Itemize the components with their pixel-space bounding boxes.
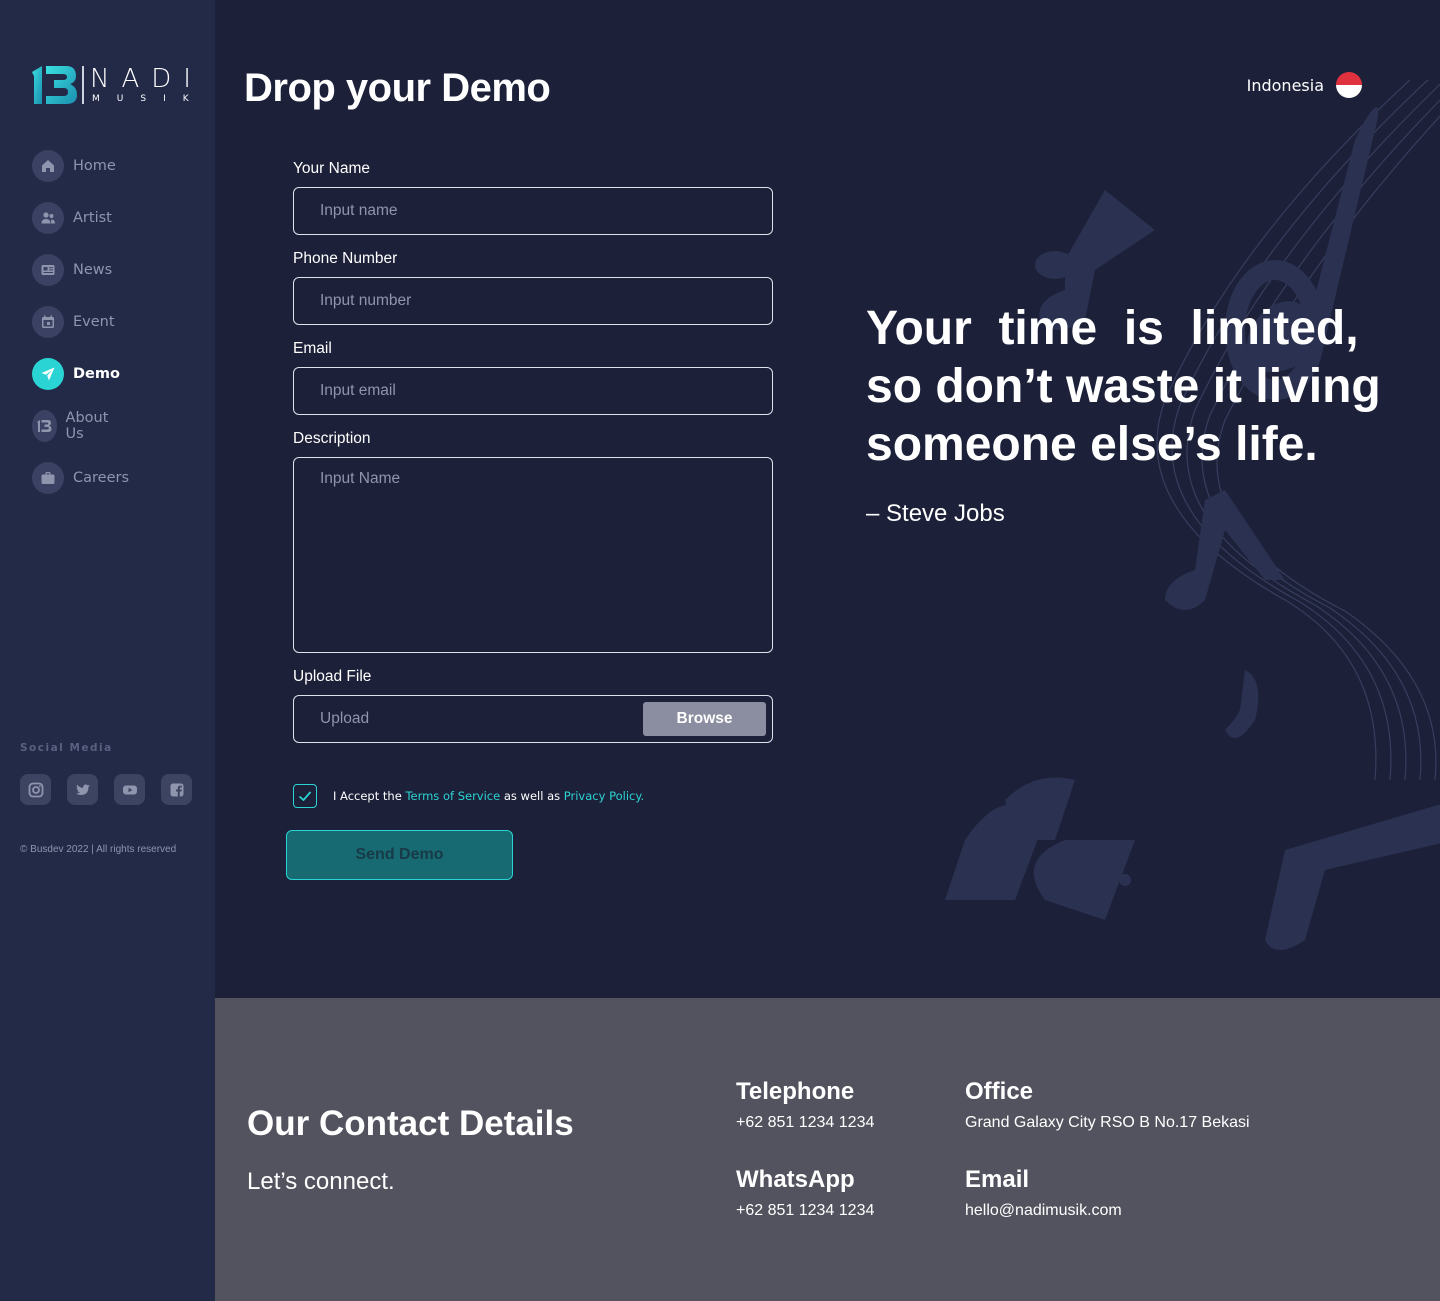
page-title: Drop your Demo bbox=[244, 66, 551, 110]
brand-mark-icon bbox=[32, 66, 77, 104]
checkmark-icon bbox=[298, 791, 312, 802]
calendar-icon bbox=[32, 306, 64, 338]
sidebar-item-label: News bbox=[73, 262, 113, 278]
email-input[interactable] bbox=[293, 367, 773, 415]
phone-label: Phone Number bbox=[293, 250, 398, 267]
sidebar-item-label: Artist bbox=[73, 210, 112, 226]
privacy-policy-link[interactable]: Privacy Policy. bbox=[564, 789, 644, 803]
telephone-label: Telephone bbox=[736, 1078, 855, 1105]
sidebar-item-label: About Us bbox=[65, 410, 109, 442]
name-input[interactable] bbox=[293, 187, 773, 235]
copyright-text: © Busdev 2022 | All rights reserved bbox=[20, 844, 177, 855]
office-label: Office bbox=[965, 1078, 1034, 1105]
sidebar-item-label: Careers bbox=[73, 470, 130, 486]
brand-sub: MUSIK bbox=[92, 94, 206, 104]
sidebar-item-label: Event bbox=[73, 314, 115, 330]
email-contact-label: Email bbox=[965, 1166, 1030, 1193]
name-label: Your Name bbox=[293, 160, 370, 177]
upload-field[interactable]: Upload Browse bbox=[293, 695, 773, 743]
language-switcher[interactable]: Indonesia bbox=[1247, 72, 1362, 98]
quote-author: – Steve Jobs bbox=[866, 500, 1005, 527]
office-value: Grand Galaxy City RSO B No.17 Bekasi bbox=[965, 1114, 1250, 1131]
email-label: Email bbox=[293, 340, 332, 357]
email-block: Email hello@nadimusik.com bbox=[965, 1166, 1122, 1220]
social-media-title: Social Media bbox=[20, 742, 113, 754]
facebook-icon[interactable] bbox=[161, 774, 192, 805]
brand-word: NADI bbox=[90, 64, 203, 94]
sidebar-item-event[interactable]: Event bbox=[32, 306, 115, 338]
contact-title: Our Contact Details bbox=[247, 1104, 574, 1143]
contact-footer: Our Contact Details Let’s connect. Telep… bbox=[215, 998, 1440, 1301]
accept-checkbox[interactable] bbox=[293, 784, 317, 808]
sidebar-item-label: Demo bbox=[73, 366, 120, 382]
office-block: Office Grand Galaxy City RSO B No.17 Bek… bbox=[965, 1078, 1250, 1132]
description-textarea[interactable] bbox=[293, 457, 773, 653]
social-links bbox=[20, 774, 192, 805]
sidebar-item-artist[interactable]: Artist bbox=[32, 202, 112, 234]
home-icon bbox=[32, 150, 64, 182]
accept-text: I Accept the Terms of Service as well as… bbox=[333, 789, 644, 803]
accept-prefix: I Accept the bbox=[333, 789, 406, 803]
sidebar-item-demo[interactable]: Demo bbox=[32, 358, 120, 390]
send-icon bbox=[32, 358, 64, 390]
language-label: Indonesia bbox=[1246, 75, 1324, 95]
twitter-icon[interactable] bbox=[67, 774, 98, 805]
send-demo-button[interactable]: Send Demo bbox=[286, 830, 513, 880]
instagram-icon[interactable] bbox=[20, 774, 51, 805]
accept-terms-row: I Accept the Terms of Service as well as… bbox=[293, 784, 644, 808]
sidebar: NADI MUSIK Home Artist News Event Demo A… bbox=[0, 0, 215, 1301]
upload-placeholder: Upload bbox=[320, 710, 370, 727]
sidebar-item-home[interactable]: Home bbox=[32, 150, 116, 182]
phone-input[interactable] bbox=[293, 277, 773, 325]
main-content: Drop your Demo Indonesia Your Name Phone… bbox=[215, 0, 1440, 998]
quote: Your time is limited, so don’t waste it … bbox=[866, 300, 1386, 528]
logo-icon bbox=[32, 410, 57, 442]
telephone-value[interactable]: +62 851 1234 1234 bbox=[736, 1114, 874, 1132]
terms-of-service-link[interactable]: Terms of Service bbox=[405, 789, 500, 803]
upload-label: Upload File bbox=[293, 668, 372, 685]
contact-subtitle: Let’s connect. bbox=[247, 1168, 395, 1195]
logo-divider bbox=[82, 66, 84, 104]
quote-text: Your time is limited, so don’t waste it … bbox=[866, 302, 1395, 471]
whatsapp-label: WhatsApp bbox=[736, 1166, 855, 1193]
briefcase-icon bbox=[32, 462, 64, 494]
youtube-icon[interactable] bbox=[114, 774, 145, 805]
users-icon bbox=[32, 202, 64, 234]
sidebar-item-news[interactable]: News bbox=[32, 254, 112, 286]
newspaper-icon bbox=[32, 254, 64, 286]
sidebar-item-careers[interactable]: Careers bbox=[32, 462, 129, 494]
whatsapp-value[interactable]: +62 851 1234 1234 bbox=[736, 1202, 874, 1220]
music-notes-illustration bbox=[945, 80, 1440, 950]
telephone-block: Telephone +62 851 1234 1234 bbox=[736, 1078, 874, 1132]
indonesia-flag-icon bbox=[1336, 72, 1362, 98]
browse-button[interactable]: Browse bbox=[643, 702, 766, 736]
brand-logo[interactable]: NADI MUSIK bbox=[30, 60, 191, 110]
whatsapp-block: WhatsApp +62 851 1234 1234 bbox=[736, 1166, 874, 1220]
sidebar-item-about-us[interactable]: About Us bbox=[32, 410, 116, 442]
sidebar-item-label: Home bbox=[73, 158, 116, 174]
email-value[interactable]: hello@nadimusik.com bbox=[965, 1202, 1122, 1220]
description-label: Description bbox=[293, 430, 371, 447]
accept-middle: as well as bbox=[500, 789, 564, 803]
